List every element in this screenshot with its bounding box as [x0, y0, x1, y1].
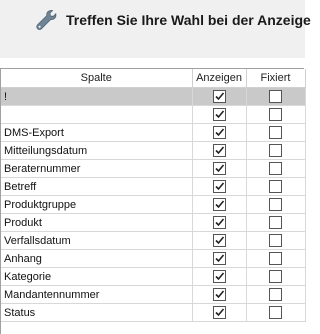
column-name-cell: Mandantennummer [1, 285, 193, 304]
table-row[interactable]: ! [1, 87, 306, 106]
fixiert-cell [246, 87, 306, 106]
anzeigen-cell [192, 177, 247, 196]
table-row[interactable]: Produkt [1, 213, 306, 232]
column-header-spalte[interactable]: Spalte [1, 69, 193, 88]
anzeigen-cell [192, 249, 247, 268]
table-row[interactable]: Betreff [1, 177, 306, 196]
table-row[interactable]: Mandantennummer [1, 285, 306, 304]
fixiert-checkbox[interactable] [269, 108, 282, 121]
fixiert-checkbox[interactable] [269, 90, 282, 103]
anzeigen-checkbox[interactable] [212, 144, 226, 157]
table-row[interactable] [1, 105, 306, 124]
fixiert-checkbox[interactable] [269, 234, 282, 247]
anzeigen-checkbox[interactable] [212, 126, 226, 139]
wrench-icon [36, 9, 57, 30]
fixiert-checkbox[interactable] [269, 180, 282, 193]
fixiert-cell [246, 213, 306, 232]
column-header-fixiert[interactable]: Fixiert [246, 69, 306, 88]
column-name-cell: Beraternummer [1, 159, 193, 178]
fixiert-checkbox[interactable] [269, 306, 282, 319]
anzeigen-checkbox[interactable] [212, 108, 226, 121]
table-row[interactable]: Produktgruppe [1, 195, 306, 214]
column-name-cell: DMS-Export [1, 123, 193, 142]
column-name-cell: ! [1, 87, 193, 106]
fixiert-checkbox[interactable] [269, 270, 282, 283]
column-name-cell: Anhang [1, 249, 193, 268]
anzeigen-cell [192, 213, 247, 232]
fixiert-cell [246, 123, 306, 142]
fixiert-checkbox[interactable] [269, 216, 282, 229]
fixiert-cell [246, 141, 306, 160]
column-name-cell: Betreff [1, 177, 193, 196]
anzeigen-checkbox[interactable] [212, 270, 226, 283]
fixiert-checkbox[interactable] [269, 162, 282, 175]
anzeigen-cell [192, 123, 247, 142]
table-row[interactable]: Status [1, 303, 306, 322]
fixiert-cell [246, 249, 306, 268]
column-name-cell: Verfallsdatum [1, 231, 193, 250]
table-body: ! DMS-Export Mitteilungsdatum Beraternummer… [1, 87, 306, 322]
fixiert-checkbox[interactable] [269, 288, 282, 301]
column-name-cell: Mitteilungsdatum [1, 141, 193, 160]
table-row[interactable]: Kategorie [1, 267, 306, 286]
column-name-cell: Produkt [1, 213, 193, 232]
column-table: Spalte Anzeigen Fixiert ! DMS-Export Mitte… [1, 69, 306, 322]
anzeigen-checkbox[interactable] [212, 216, 226, 229]
anzeigen-checkbox[interactable] [212, 252, 226, 265]
anzeigen-cell [192, 195, 247, 214]
table-row[interactable]: Beraternummer [1, 159, 306, 178]
fixiert-checkbox[interactable] [269, 252, 282, 265]
table-row[interactable]: Verfallsdatum [1, 231, 306, 250]
column-name-cell: Produktgruppe [1, 195, 193, 214]
fixiert-cell [246, 267, 306, 286]
table-row[interactable]: Anhang [1, 249, 306, 268]
anzeigen-cell [192, 285, 247, 304]
anzeigen-cell [192, 267, 247, 286]
fixiert-checkbox[interactable] [269, 198, 282, 211]
dialog-header: Treffen Sie Ihre Wahl bei der Anzeige [0, 0, 311, 58]
column-header-anzeigen[interactable]: Anzeigen [192, 69, 247, 88]
fixiert-checkbox[interactable] [269, 144, 282, 157]
anzeigen-cell [192, 87, 247, 106]
anzeigen-checkbox[interactable] [212, 162, 226, 175]
fixiert-cell [246, 105, 306, 124]
anzeigen-checkbox[interactable] [212, 234, 226, 247]
anzeigen-checkbox[interactable] [212, 180, 226, 193]
anzeigen-checkbox[interactable] [212, 288, 226, 301]
dialog-title: Treffen Sie Ihre Wahl bei der Anzeige [66, 12, 311, 28]
fixiert-cell [246, 303, 306, 322]
table-row[interactable]: Mitteilungsdatum [1, 141, 306, 160]
anzeigen-cell [192, 303, 247, 322]
table-header-row: Spalte Anzeigen Fixiert [1, 69, 306, 88]
fixiert-cell [246, 231, 306, 250]
fixiert-cell [246, 159, 306, 178]
anzeigen-cell [192, 231, 247, 250]
table-row[interactable]: DMS-Export [1, 123, 306, 142]
fixiert-checkbox[interactable] [269, 126, 282, 139]
anzeigen-checkbox[interactable] [212, 198, 226, 211]
anzeigen-checkbox[interactable] [212, 90, 226, 103]
anzeigen-cell [192, 105, 247, 124]
anzeigen-checkbox[interactable] [212, 306, 226, 319]
column-settings-grid[interactable]: Spalte Anzeigen Fixiert ! DMS-Export Mitte… [0, 68, 306, 334]
fixiert-cell [246, 195, 306, 214]
anzeigen-cell [192, 141, 247, 160]
column-name-cell: Kategorie [1, 267, 193, 286]
anzeigen-cell [192, 159, 247, 178]
fixiert-cell [246, 285, 306, 304]
column-name-cell: Status [1, 303, 193, 322]
fixiert-cell [246, 177, 306, 196]
column-name-cell [1, 105, 193, 124]
